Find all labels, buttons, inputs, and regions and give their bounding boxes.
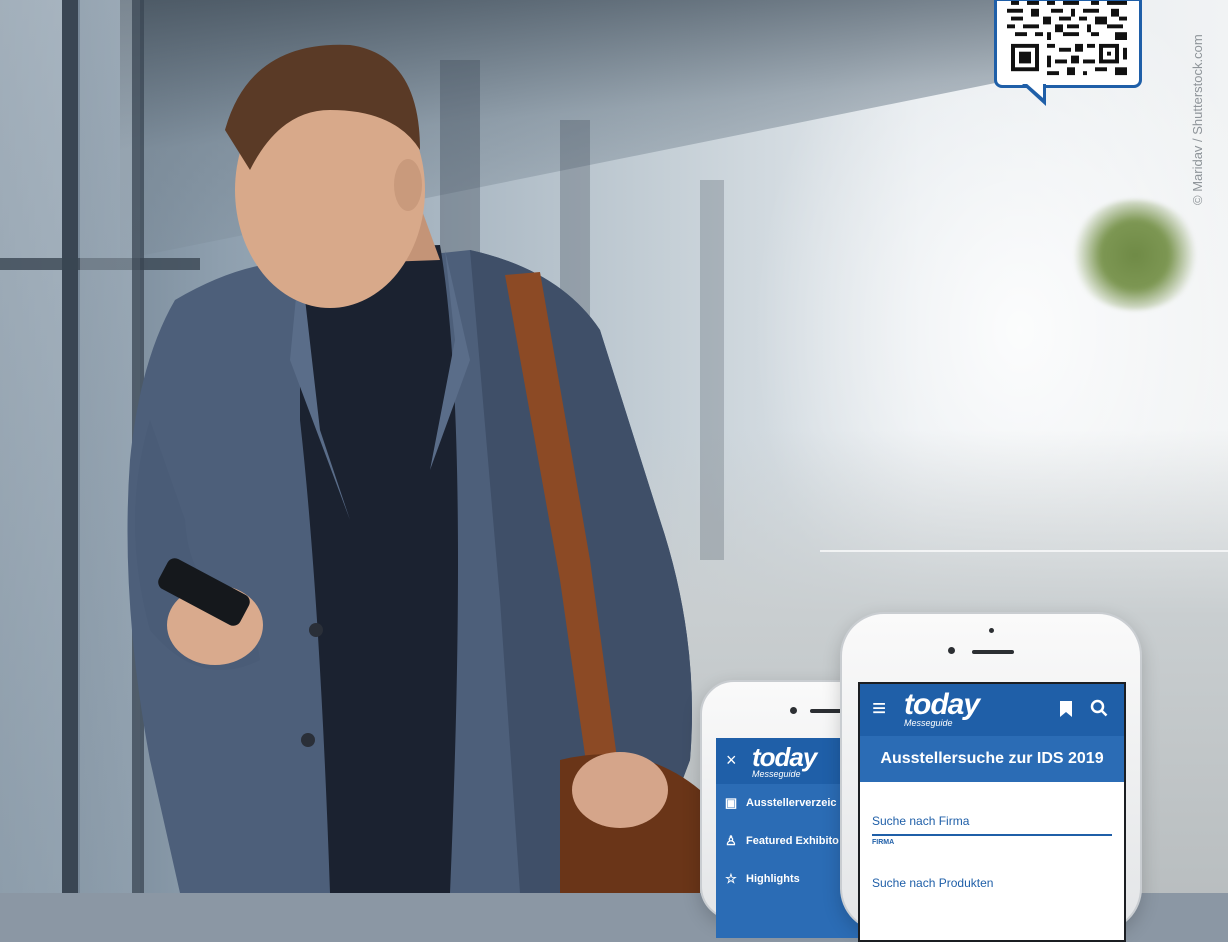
qr-code-badge[interactable] — [994, 0, 1142, 88]
close-icon[interactable]: × — [726, 750, 737, 771]
man-with-phone — [0, 0, 760, 893]
photo-credit: © Maridav / Shutterstock.com — [1190, 34, 1205, 205]
menu-item-label: Highlights — [746, 873, 800, 885]
sensor — [989, 628, 994, 633]
search-icon[interactable] — [1090, 699, 1108, 722]
company-search-placeholder: Suche nach Firma — [872, 814, 970, 828]
logo-text: today — [904, 688, 980, 721]
app-logo: today Messeguide — [752, 742, 817, 779]
product-search-field[interactable]: Suche nach Produkten — [872, 876, 1112, 890]
product-search-placeholder: Suche nach Produkten — [872, 876, 994, 890]
menu-item-label: Featured Exhibito — [746, 835, 839, 847]
field-tag: FIRMA — [872, 839, 895, 846]
phone-large-screen: ≡ today Messeguide Ausstellersuche zur I… — [858, 682, 1126, 942]
page-title: Ausstellersuche zur IDS 2019 — [860, 736, 1124, 782]
field-underline — [872, 834, 1112, 836]
qr-badge-pointer-inner — [1026, 83, 1043, 98]
app-header: ≡ today Messeguide — [860, 684, 1124, 736]
app-logo: today Messeguide — [904, 688, 980, 728]
menu-item-label: Ausstellerverzeic — [746, 797, 837, 809]
plant — [1070, 200, 1200, 310]
logo-text: today — [752, 742, 817, 772]
front-camera — [948, 647, 955, 654]
address-book-icon: ▣ — [724, 795, 738, 810]
company-search-field[interactable]: Suche nach Firma FIRMA — [872, 814, 1112, 846]
qr-code — [1007, 1, 1131, 79]
people-star-icon: ♙ — [725, 833, 737, 848]
star-icon: ☆ — [725, 871, 737, 886]
window-edge-line — [820, 550, 1228, 552]
front-camera — [790, 707, 797, 714]
phone-large: ≡ today Messeguide Ausstellersuche zur I… — [840, 612, 1142, 942]
speaker — [972, 650, 1014, 654]
bookmark-icon[interactable] — [1060, 701, 1072, 722]
hamburger-menu-icon[interactable]: ≡ — [872, 695, 886, 723]
